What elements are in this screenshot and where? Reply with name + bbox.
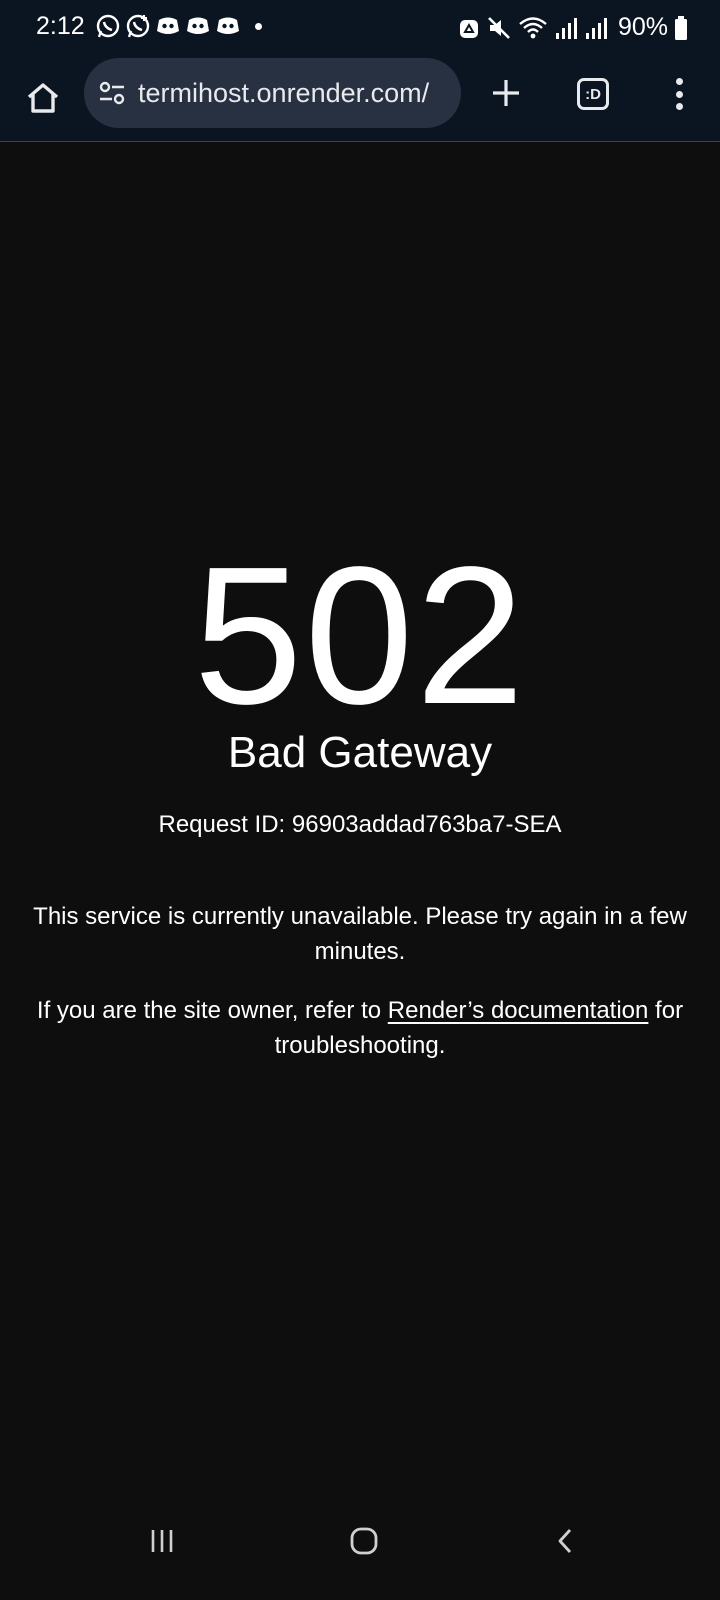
notification-icons: [95, 13, 262, 39]
address-bar[interactable]: termihost.onrender.com/: [84, 58, 461, 128]
battery-percent: 90%: [617, 13, 668, 41]
new-tab-icon: [493, 80, 519, 106]
wifi-icon: [519, 16, 547, 38]
battery-icon: [675, 15, 687, 40]
tab-switcher-button[interactable]: :D: [577, 78, 609, 110]
home-icon: [27, 83, 59, 113]
back-icon: [558, 1529, 572, 1553]
request-id: Request ID: 96903addad763ba7-SEA: [158, 811, 562, 838]
tab-switcher-label: :D: [585, 85, 601, 103]
home-nav-button[interactable]: [344, 1521, 384, 1561]
site-settings-icon[interactable]: [98, 79, 126, 107]
browser-toolbar: termihost.onrender.com/ :D: [0, 54, 720, 142]
more-menu-icon[interactable]: [664, 74, 694, 114]
render-docs-link[interactable]: Render’s documentation: [388, 997, 649, 1024]
phone-screen: 2:12 90% termihost.onrender.com/:D 502 …: [0, 0, 720, 1600]
recents-icon: [151, 1530, 173, 1552]
more-notifications-dot: [255, 22, 262, 30]
discord-icon: [157, 17, 179, 34]
recents-button[interactable]: [142, 1521, 182, 1561]
error-page: 502 Bad Gateway Request ID: 96903addad76…: [0, 143, 720, 1483]
home-button-icon: [350, 1527, 378, 1555]
discord-icon: [217, 17, 239, 34]
error-code: 502: [193, 526, 527, 745]
whatsapp-business-icon: [126, 14, 150, 38]
error-message: This service is currently unavailable. P…: [33, 903, 687, 965]
whatsapp-icon: [96, 14, 120, 38]
back-button[interactable]: [546, 1521, 586, 1561]
discord-icon: [187, 17, 209, 34]
new-tab-button[interactable]: [484, 71, 528, 115]
system-nav-bar: [0, 1483, 720, 1600]
system-icons: 90%: [458, 13, 688, 42]
signal-icon: [555, 17, 577, 39]
url-text[interactable]: termihost.onrender.com/: [138, 78, 438, 109]
status-bar: 2:12 90%: [0, 0, 720, 54]
owner-note: If you are the site owner, refer to Rend…: [20, 993, 700, 1063]
status-time: 2:12: [36, 12, 85, 40]
owner-note-prefix: If you are the site owner, refer to: [36, 997, 388, 1024]
mute-icon: [488, 16, 510, 39]
home-button[interactable]: [20, 75, 66, 121]
recycle-icon: [459, 19, 478, 38]
signal-icon: [585, 17, 607, 39]
error-title: Bad Gateway: [227, 728, 493, 777]
